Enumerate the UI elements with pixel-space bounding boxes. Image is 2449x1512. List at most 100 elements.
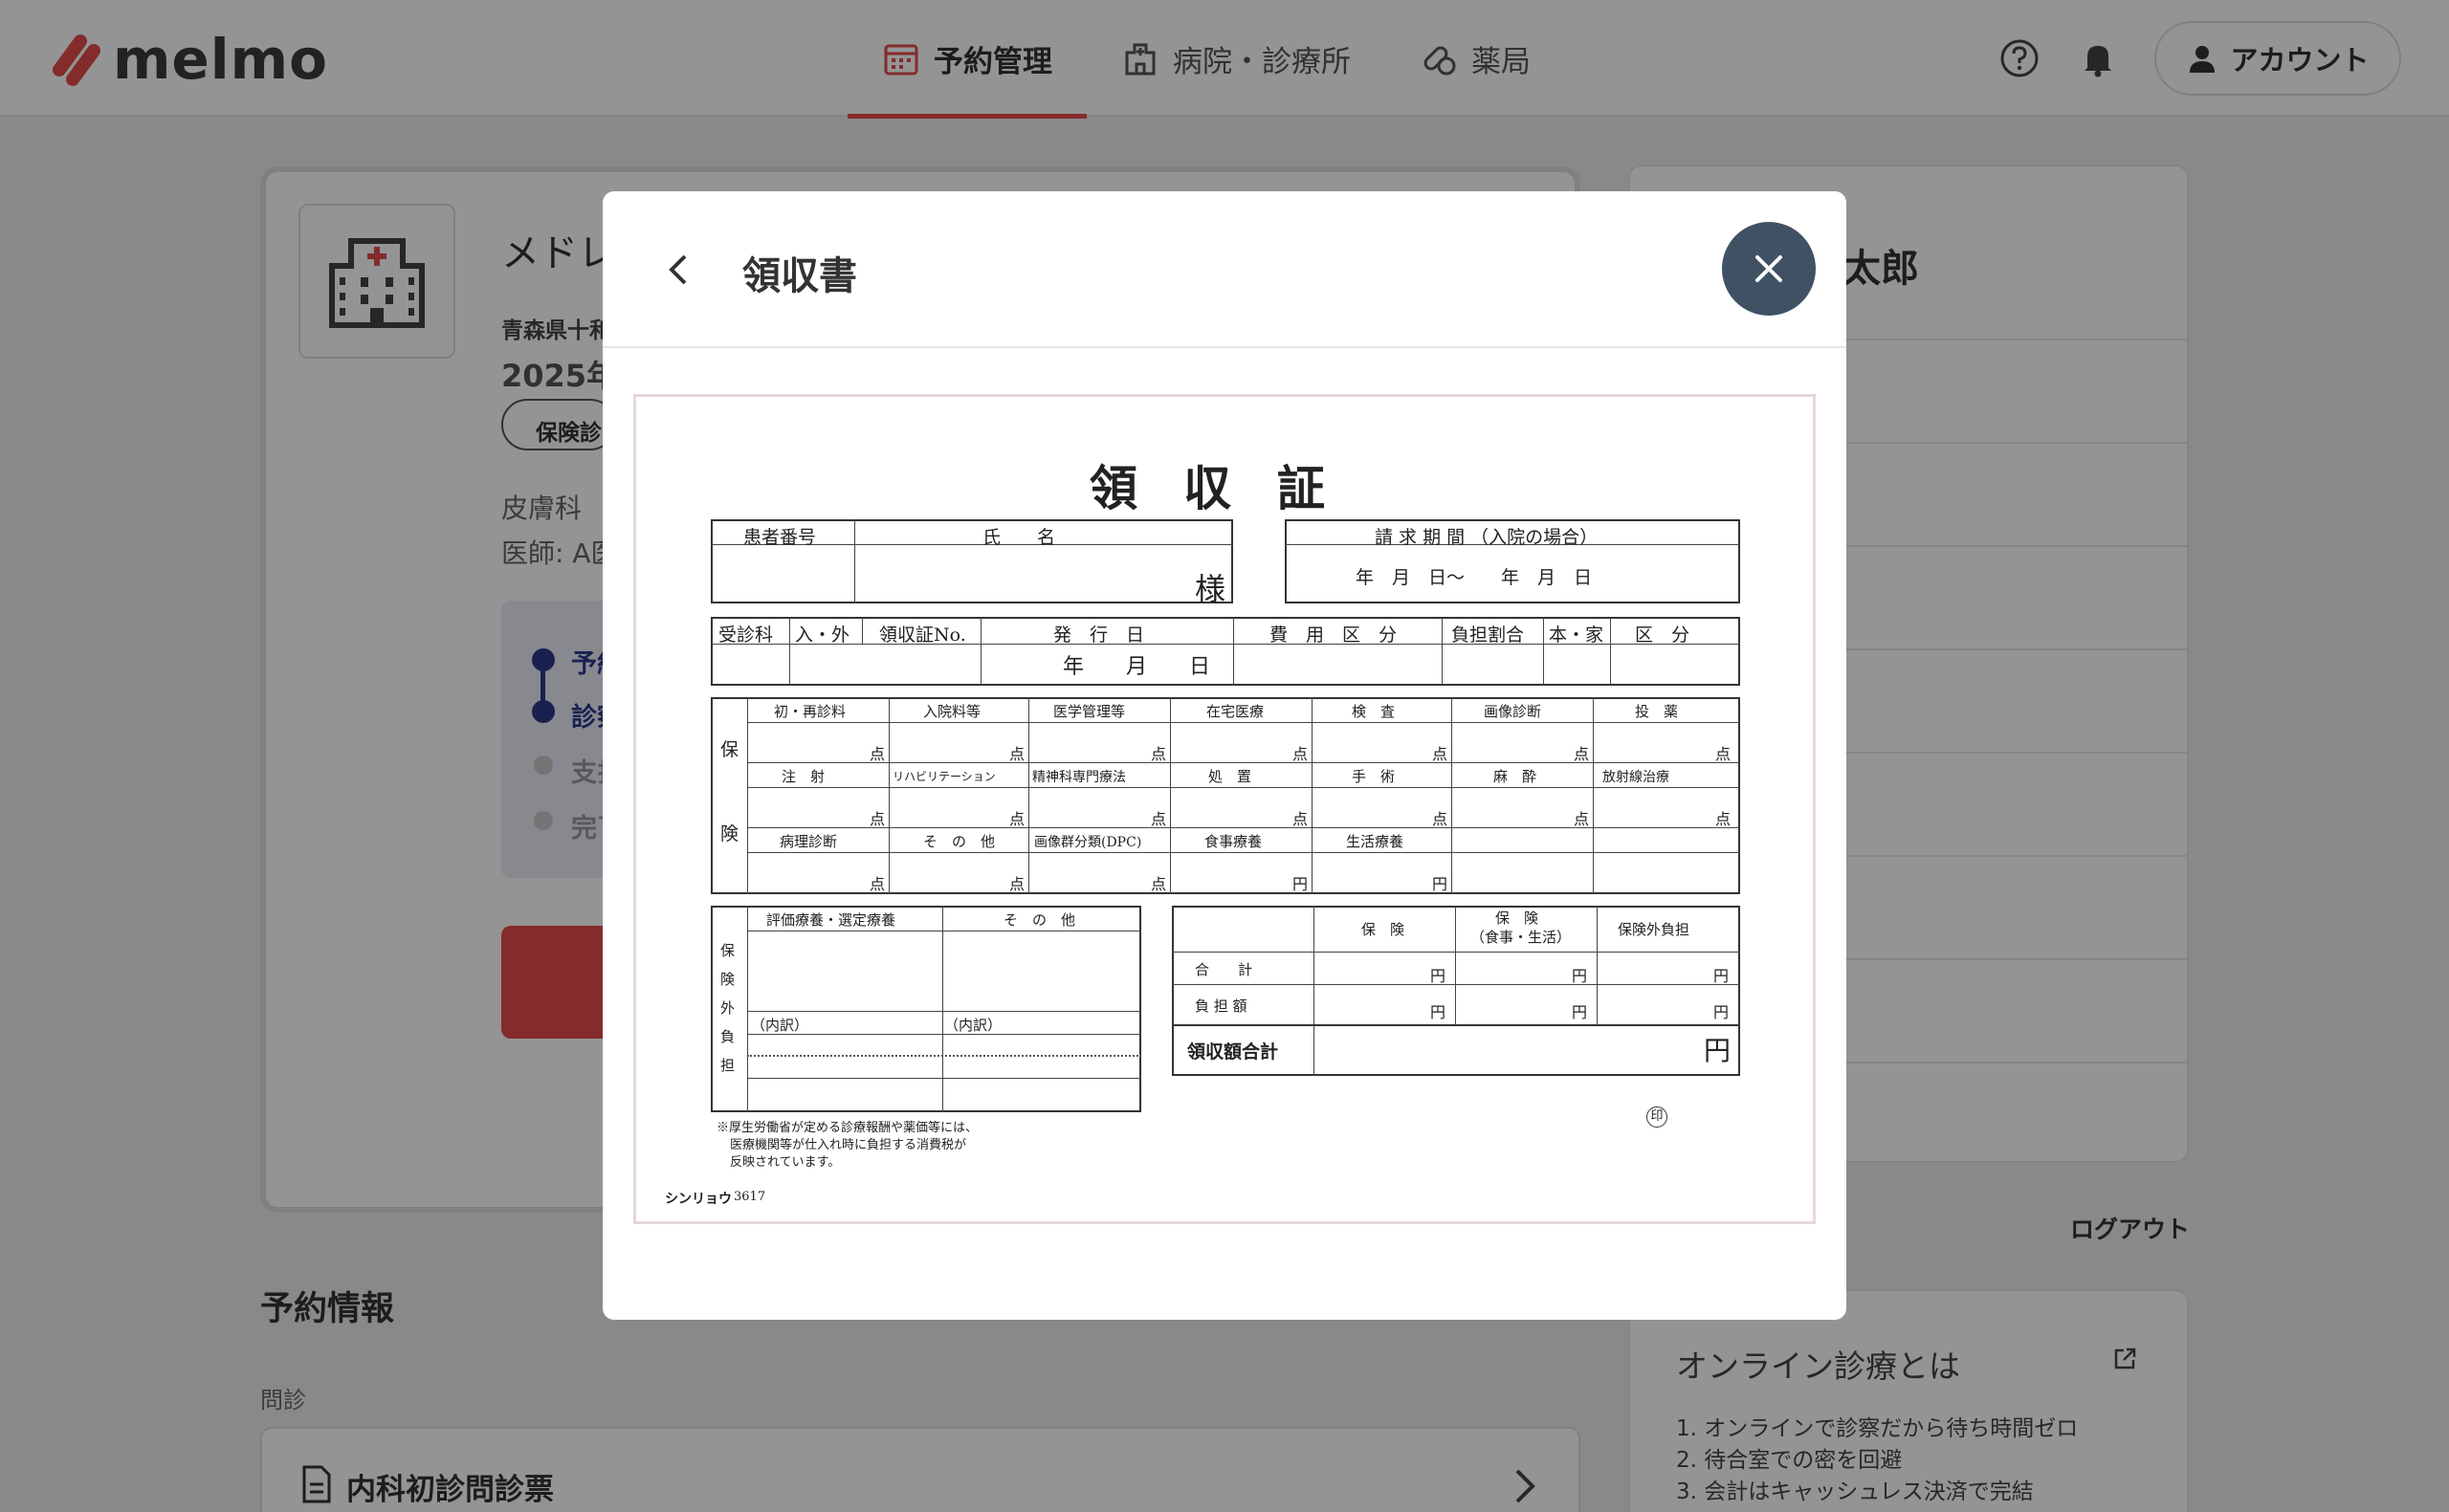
header-cell: 発 行 日 (1053, 625, 1145, 646)
receipt-modal: 領収書 領収証 患者番号 氏 名 様 請 求 期 間 （入院の場合） 年 月 日… (603, 191, 1846, 1320)
unit-point: 点 (1574, 810, 1590, 828)
insurance-grid (711, 697, 1740, 894)
issue-date: 年 月 日 (1063, 655, 1211, 679)
rule (1610, 617, 1611, 686)
unit-point: 点 (1715, 745, 1732, 763)
unit-yen: 円 (1432, 875, 1448, 893)
unit-point: 点 (1292, 810, 1309, 828)
receipt-title: 領収証 (1090, 460, 1371, 516)
billing-period-values: 年 月 日～ 年 月 日 (1356, 567, 1593, 588)
rule (747, 697, 748, 894)
totals-header: 保 険 (1361, 921, 1405, 938)
back-arrow-icon[interactable] (656, 247, 702, 293)
out-of-ins-header: 評価療養・選定療養 (766, 911, 896, 929)
unit-point: 点 (1009, 745, 1026, 763)
grid-cell-label: 食事療養 (1204, 833, 1263, 850)
rule (1170, 697, 1171, 894)
unit-yen: 円 (1430, 967, 1446, 985)
rule (981, 617, 982, 686)
rule (1028, 697, 1029, 894)
rule (747, 1055, 1141, 1057)
unit-point: 点 (1715, 810, 1732, 828)
grand-total-label: 領収額合計 (1187, 1041, 1279, 1063)
grid-cell-label: 在宅医療 (1206, 703, 1265, 720)
footnote: ※厚生労働省が定める診療報酬や薬価等には、 医療機関等が仕入れ時に負担する消費税… (717, 1120, 978, 1172)
side-label: 険 (720, 823, 739, 844)
grid-cell-label: 医学管理等 (1053, 703, 1126, 720)
footnote-line: 反映されています。 (730, 1155, 841, 1170)
rule (1233, 617, 1234, 686)
grand-total-unit: 円 (1704, 1035, 1732, 1066)
unit-point: 点 (870, 810, 886, 828)
rule (747, 722, 1740, 723)
rule (1313, 906, 1314, 1076)
rule (747, 852, 1740, 853)
rule (747, 906, 748, 1112)
unit-point: 点 (870, 875, 886, 893)
unit-point: 点 (1432, 810, 1448, 828)
rule (789, 617, 790, 686)
grid-cell-label: 病理診断 (780, 833, 838, 850)
rule (1543, 617, 1544, 686)
billing-period-label: 請 求 期 間 （入院の場合） (1375, 527, 1599, 548)
side-label: 保 (720, 942, 736, 959)
header-cell: 区 分 (1635, 625, 1690, 646)
unit-yen: 円 (1713, 967, 1730, 985)
unit-point: 点 (1009, 875, 1026, 893)
rule (862, 617, 863, 644)
unit-point: 点 (1432, 745, 1448, 763)
grid-cell-label: 投 薬 (1635, 703, 1679, 720)
unit-yen: 円 (1572, 1003, 1588, 1021)
rule (747, 827, 1740, 828)
rule (1455, 906, 1456, 1024)
form-number: 3617 (734, 1190, 766, 1204)
rule (854, 519, 855, 603)
publisher: シンリョウ (665, 1192, 732, 1207)
rule (1172, 952, 1740, 953)
grid-cell-label: 麻 酔 (1493, 768, 1537, 785)
unit-point: 点 (1009, 810, 1026, 828)
unit-point: 点 (1151, 810, 1167, 828)
close-icon (1755, 255, 1782, 282)
rule (1172, 1024, 1740, 1026)
rule (747, 1011, 1141, 1012)
footnote-line: ※厚生労働省が定める診療報酬や薬価等には、 (717, 1121, 979, 1135)
close-button[interactable] (1722, 222, 1816, 316)
seal-mark: 印 (1646, 1107, 1667, 1128)
header-cell: 入・外 (795, 625, 850, 646)
header-cell: 領収証No. (879, 625, 966, 646)
breakdown-label: （内訳） (944, 1017, 1003, 1034)
totals-header: 保 険 (1495, 909, 1539, 927)
unit-point: 点 (1574, 745, 1590, 763)
grid-cell-label: 生活療養 (1346, 833, 1404, 850)
modal-header: 領収書 (603, 191, 1846, 348)
grid-cell-label: 放射線治療 (1602, 770, 1669, 785)
rule (1442, 617, 1443, 686)
modal-title: 領収書 (742, 254, 857, 298)
rule (1451, 697, 1452, 894)
grid-cell-label: 検 査 (1352, 703, 1396, 720)
rule (747, 787, 1740, 788)
unit-yen: 円 (1713, 1003, 1730, 1021)
rule (747, 1078, 1141, 1079)
totals-row-label: 合 計 (1195, 961, 1253, 978)
side-label: 険 (720, 971, 736, 988)
unit-point: 点 (870, 745, 886, 763)
grid-cell-label: 入院料等 (923, 703, 982, 720)
header-cell: 本・家 (1549, 625, 1604, 646)
footnote-line: 医療機関等が仕入れ時に負担する消費税が (730, 1138, 967, 1152)
rule (1593, 697, 1594, 894)
unit-point: 点 (1292, 745, 1309, 763)
grid-cell-label: 注 射 (782, 768, 826, 785)
unit-yen: 円 (1430, 1003, 1446, 1021)
grid-cell-label: 画像群分類(DPC) (1034, 835, 1142, 850)
totals-row-label: 負 担 額 (1195, 997, 1247, 1015)
name-label: 氏 名 (982, 527, 1056, 548)
grid-cell-label: 初・再診料 (774, 703, 847, 720)
rule (1172, 984, 1740, 985)
grid-cell-label: 手 術 (1352, 768, 1396, 785)
grid-cell-label: そ の 他 (923, 833, 996, 850)
header-cell: 負担割合 (1451, 625, 1525, 646)
patient-number-label: 患者番号 (743, 527, 817, 548)
side-label: 担 (720, 1057, 736, 1074)
